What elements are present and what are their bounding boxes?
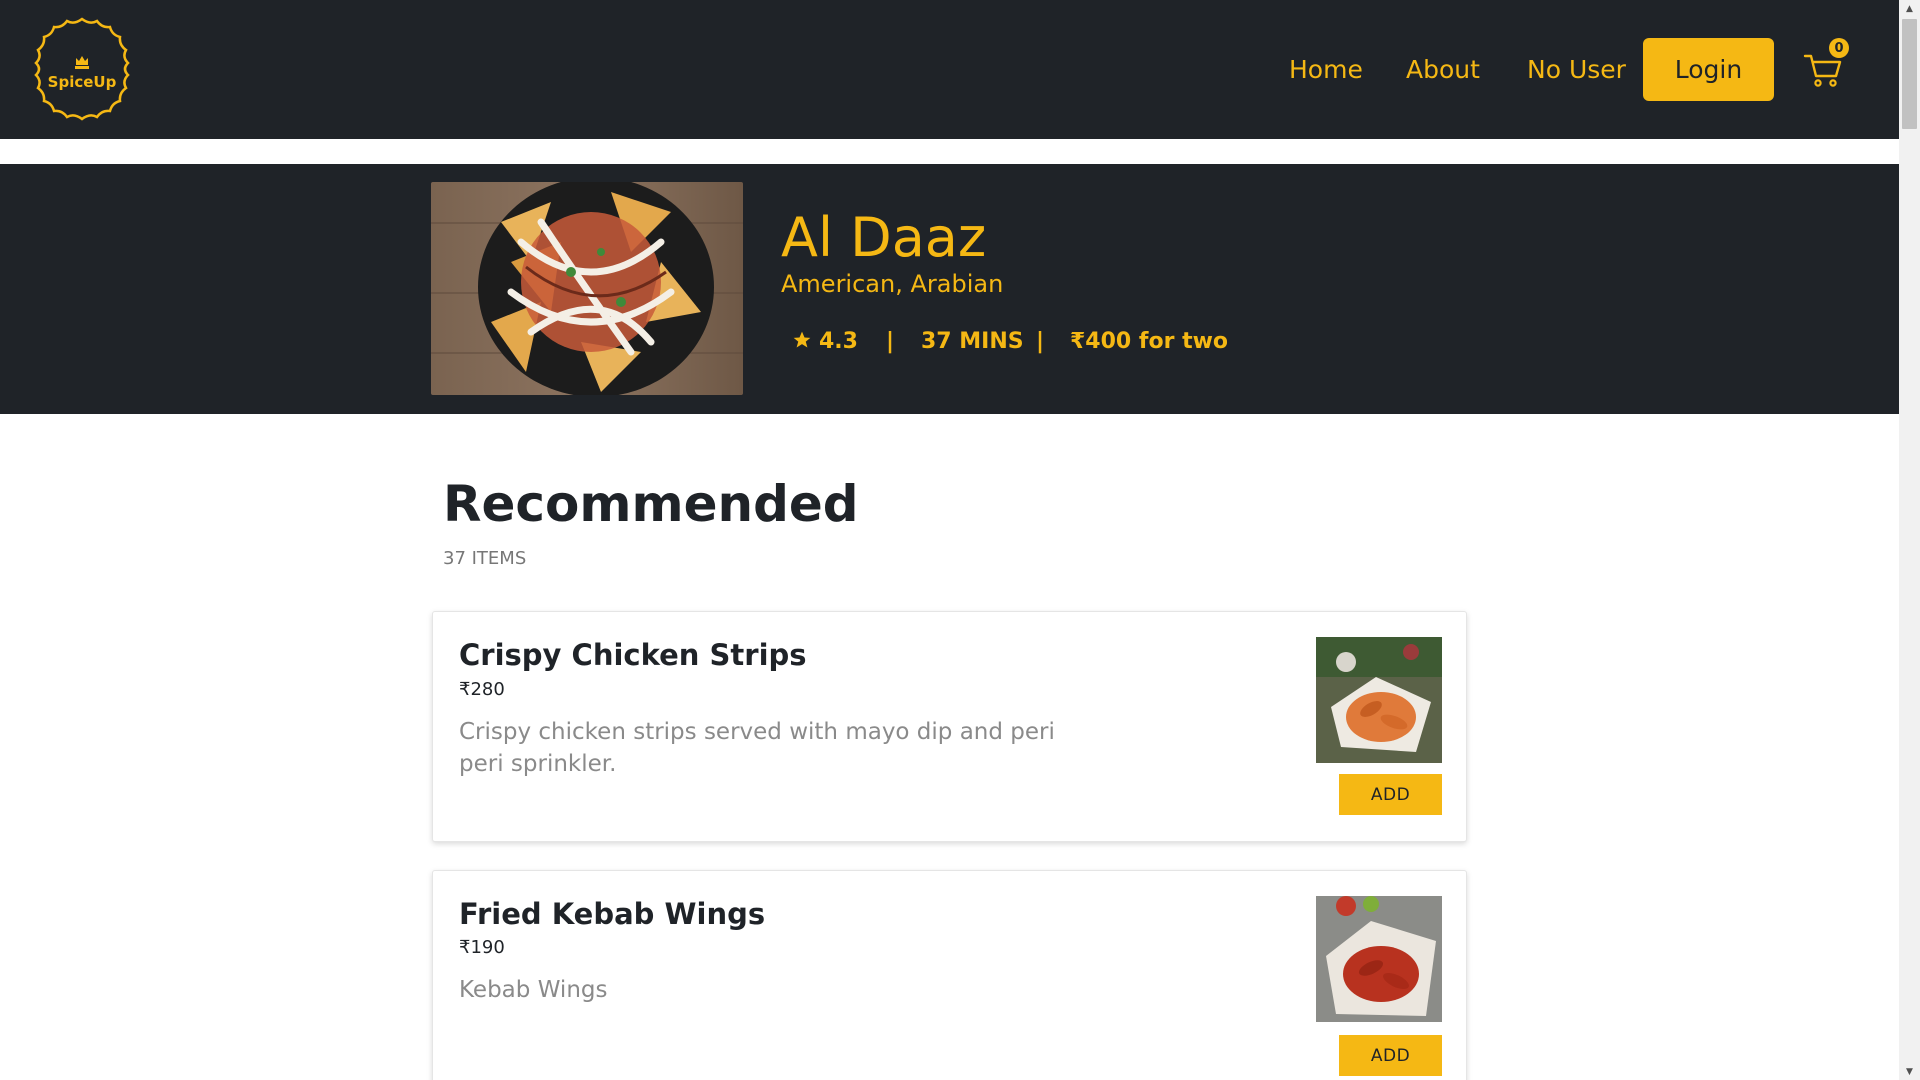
item-description: Kebab Wings (459, 977, 608, 1003)
nav-home-link[interactable]: Home (1289, 38, 1363, 101)
nav-about-link[interactable]: About (1406, 38, 1480, 101)
add-to-cart-button[interactable]: ADD (1339, 774, 1442, 815)
item-description: Crispy chicken strips served with mayo d… (459, 719, 1055, 777)
rating-value: 4.3 (819, 329, 858, 354)
meta-separator: | (1036, 329, 1045, 354)
logo-text: SpiceUp (47, 73, 117, 91)
restaurant-cuisine: American, Arabian (781, 270, 1004, 298)
menu-item-card: Fried Kebab Wings ₹190 Kebab Wings ADD (432, 870, 1467, 1080)
scroll-up-arrow-icon[interactable]: ▲ (1899, 0, 1920, 17)
nav-user-link[interactable]: No User (1527, 38, 1626, 101)
item-image (1316, 896, 1442, 1022)
delivery-time: 37 MINS (921, 329, 1024, 354)
meta-separator: | (886, 329, 895, 354)
login-button[interactable]: Login (1643, 38, 1774, 101)
cost-for-two: ₹400 for two (1070, 329, 1229, 354)
item-name: Crispy Chicken Strips (459, 638, 807, 672)
scrollbar-thumb[interactable] (1902, 19, 1917, 129)
cart-count-badge: 0 (1829, 38, 1849, 58)
section-title: Recommended (443, 475, 859, 533)
item-price: ₹190 (459, 937, 505, 958)
section-item-count: 37 ITEMS (443, 548, 527, 569)
restaurant-image (431, 182, 743, 395)
item-image (1316, 637, 1442, 763)
restaurant-name: Al Daaz (781, 206, 987, 269)
spiceup-logo[interactable]: SpiceUp (28, 15, 136, 123)
scroll-down-arrow-icon[interactable]: ▼ (1899, 1063, 1920, 1080)
item-price: ₹280 (459, 679, 505, 700)
add-to-cart-button[interactable]: ADD (1339, 1035, 1442, 1076)
item-name: Fried Kebab Wings (459, 897, 766, 931)
top-navbar: SpiceUp Home About No User Login 0 (0, 0, 1899, 139)
page-scrollbar[interactable]: ▲ ▼ (1899, 0, 1920, 1080)
star-icon (792, 325, 812, 359)
menu-item-card: Crispy Chicken Strips ₹280 Crispy chicke… (432, 611, 1467, 842)
